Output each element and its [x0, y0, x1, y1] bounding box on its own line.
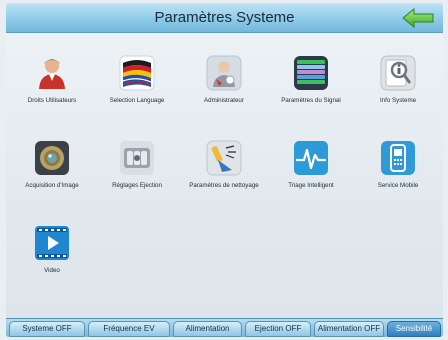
menu-item-administrator[interactable]: Administrateur	[182, 55, 266, 104]
menu-item-user-rights[interactable]: Droits Utilisateurs	[10, 55, 94, 104]
tab-ejection-off[interactable]: Ejection OFF	[245, 321, 311, 337]
mobile-phone-icon	[381, 141, 415, 175]
tab-frequency-ev[interactable]: Fréquence EV	[88, 321, 170, 337]
menu-item-label: Video	[44, 267, 60, 274]
menu-item-signal-settings[interactable]: Paramètres du Signal	[269, 55, 353, 104]
tab-system-off[interactable]: Systeme OFF	[9, 321, 85, 337]
pulse-icon	[294, 141, 328, 175]
menu-item-label: Paramètres du Signal	[281, 97, 341, 104]
arrow-left-icon	[402, 7, 434, 29]
camera-lens-icon	[35, 141, 69, 175]
page-title: Paramètres Systeme	[154, 9, 295, 26]
menu-item-label: Service Mobile	[377, 182, 419, 189]
menu-item-mobile-service[interactable]: Service Mobile	[356, 140, 440, 189]
menu-item-label: Paramètres de nettoyage	[189, 182, 259, 189]
menu-item-image-acquisition[interactable]: Acquisition d'Image	[10, 140, 94, 189]
menu-item-label: Triage Intelligent	[288, 182, 334, 189]
flags-icon	[119, 55, 155, 91]
bottom-status-bar: Systeme OFF Fréquence EV Alimentation Ej…	[6, 318, 443, 337]
tab-sensitivity[interactable]: Sensibilité	[387, 321, 441, 337]
video-play-icon	[35, 226, 69, 260]
menu-item-cleaning-settings[interactable]: Paramètres de nettoyage	[182, 140, 266, 189]
menu-item-label: Info Systeme	[379, 97, 417, 104]
menu-item-language[interactable]: Selection Language	[95, 55, 179, 104]
menu-item-smart-sorting[interactable]: Triage Intelligent	[269, 140, 353, 189]
user-icon	[39, 59, 65, 89]
menu-item-system-info[interactable]: Info Systeme	[356, 55, 440, 104]
title-bar: Paramètres Systeme	[6, 3, 443, 33]
menu-item-ejection-settings[interactable]: Réglages Ejection	[95, 140, 179, 189]
ejector-icon	[120, 141, 154, 175]
admin-icon	[206, 55, 242, 91]
tab-power-off[interactable]: Alimentation OFF	[314, 321, 384, 337]
menu-item-label: Acquisition d'Image	[25, 182, 79, 189]
menu-item-label: Administrateur	[204, 97, 244, 104]
menu-item-label: Réglages Ejection	[112, 182, 162, 189]
settings-screen: Paramètres Systeme Droits Utilisateurs S…	[6, 3, 443, 337]
back-button[interactable]	[401, 7, 435, 29]
menu-item-label: Selection Language	[109, 97, 165, 104]
cleaning-icon	[206, 140, 242, 176]
tab-power[interactable]: Alimentation	[173, 321, 242, 337]
menu-item-video[interactable]: Video	[10, 225, 94, 274]
signal-icon	[294, 56, 328, 90]
menu-item-label: Droits Utilisateurs	[27, 97, 77, 104]
info-magnifier-icon	[380, 55, 416, 91]
